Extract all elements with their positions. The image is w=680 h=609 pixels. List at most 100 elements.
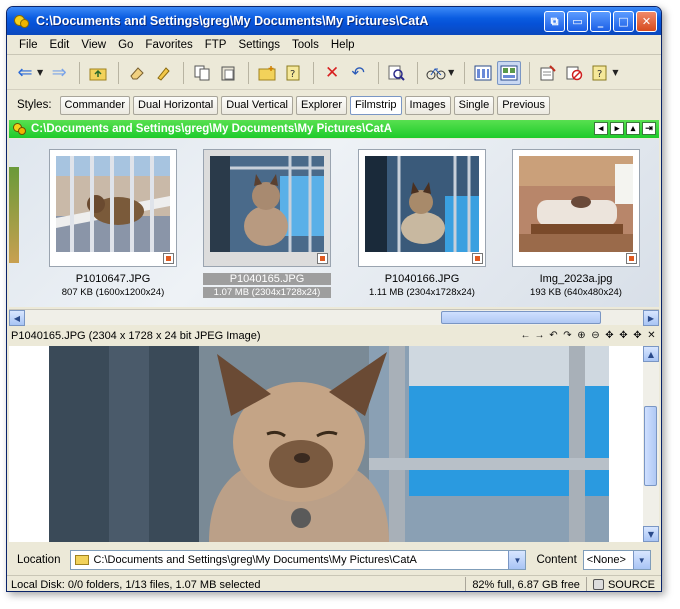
bicycle-icon[interactable] xyxy=(424,61,448,85)
folder-icon xyxy=(75,555,90,565)
scroll-right-icon[interactable]: ▶ xyxy=(643,310,659,326)
menu-tools[interactable]: Tools xyxy=(286,39,325,51)
menu-ftp[interactable]: FTP xyxy=(199,39,233,51)
scroll-left-icon[interactable]: ◀ xyxy=(9,310,25,326)
current-path: C:\Documents and Settings\greg\My Docume… xyxy=(31,123,393,135)
scrollbar-thumb[interactable] xyxy=(441,311,601,324)
zoom-out-icon[interactable]: ⊖ xyxy=(590,329,601,342)
no-access-icon[interactable] xyxy=(562,61,586,85)
source-label: SOURCE xyxy=(607,578,655,591)
help-icon[interactable]: ? xyxy=(588,61,612,85)
thumbnail-filename: P1040165.JPG xyxy=(203,273,331,285)
content-value: <None> xyxy=(586,554,626,566)
window-controls: ⧉ ▭ _ □ ✕ xyxy=(544,11,657,32)
thumbnail-item[interactable]: Img_2023a.jpg 193 KB (640x480x24) xyxy=(512,149,640,298)
style-dual-horizontal-button[interactable]: Dual Horizontal xyxy=(133,95,219,115)
image-type-icon xyxy=(472,253,483,264)
style-filmstrip-button[interactable]: Filmstrip xyxy=(349,95,402,115)
thumbnail-item[interactable]: P1040166.JPG 1.11 MB (2304x1728x24) xyxy=(358,149,486,298)
viewer-scrollbar[interactable]: ▲ ▼ xyxy=(643,346,659,542)
thumbnail-info: 193 KB (640x480x24) xyxy=(530,287,622,298)
menu-edit[interactable]: Edit xyxy=(44,39,76,51)
menu-settings[interactable]: Settings xyxy=(232,39,286,51)
details-view-icon[interactable] xyxy=(471,61,495,85)
actual-size-icon[interactable]: ✥ xyxy=(618,329,629,342)
path-up-icon[interactable]: ▴ xyxy=(626,122,640,135)
source-status: SOURCE xyxy=(585,576,661,591)
status-bar: Local Disk: 0/0 folders, 1/13 files, 1.0… xyxy=(7,575,661,591)
close-button[interactable]: ✕ xyxy=(636,11,657,32)
image-info-text: P1040165.JPG (2304 x 1728 x 24 bit JPEG … xyxy=(11,330,261,342)
menu-file[interactable]: File xyxy=(13,39,44,51)
forward-icon[interactable]: ⇒ xyxy=(47,61,71,85)
rotate-left-icon[interactable]: ↶ xyxy=(548,329,559,342)
back-icon[interactable]: ⇐ xyxy=(13,61,37,85)
pan-icon[interactable]: ✥ xyxy=(632,329,643,342)
style-dual-vertical-button[interactable]: Dual Vertical xyxy=(221,95,294,115)
menu-favorites[interactable]: Favorites xyxy=(139,39,198,51)
help-dropdown-icon[interactable]: ▼ xyxy=(612,68,618,77)
previous-image-icon[interactable]: ← xyxy=(520,329,531,342)
svg-text:?: ? xyxy=(597,69,602,80)
filmstrip-pane[interactable]: P1010647.JPG 807 KB (1600x1200x24) P1040… xyxy=(9,139,659,307)
viewer-toolbar: ← → ↶ ↷ ⊕ ⊖ ✥ ✥ ✥ ✕ xyxy=(520,329,657,342)
content-dropdown-icon[interactable]: ▼ xyxy=(632,551,650,569)
next-image-icon[interactable]: → xyxy=(534,329,545,342)
content-select[interactable]: <None> ▼ xyxy=(582,550,651,570)
find-icon[interactable] xyxy=(385,61,409,85)
image-viewer[interactable] xyxy=(9,346,643,542)
menu-go[interactable]: Go xyxy=(112,39,139,51)
style-single-button[interactable]: Single xyxy=(453,95,495,115)
rotate-right-icon[interactable]: ↷ xyxy=(562,329,573,342)
zoom-in-icon[interactable]: ⊕ xyxy=(576,329,587,342)
filmstrip-view-icon[interactable] xyxy=(497,60,522,85)
thumbnail-image xyxy=(365,156,479,252)
tile-window-button[interactable]: ⧉ xyxy=(544,11,565,32)
new-folder-icon[interactable] xyxy=(255,61,279,85)
location-input[interactable]: C:\Documents and Settings\greg\My Docume… xyxy=(70,550,527,570)
thumbnail-filename: P1010647.JPG xyxy=(75,273,151,285)
scroll-down-icon[interactable]: ▼ xyxy=(643,526,659,542)
maximize-button[interactable]: □ xyxy=(613,11,634,32)
restore-layout-button[interactable]: ▭ xyxy=(567,11,588,32)
edit-text-icon[interactable] xyxy=(536,61,560,85)
menu-help[interactable]: Help xyxy=(325,39,361,51)
back-dropdown-icon[interactable]: ▼ xyxy=(37,68,43,77)
location-dropdown-icon[interactable]: ▼ xyxy=(508,551,526,569)
path-end-icon[interactable]: ⇥ xyxy=(642,122,656,135)
style-images-button[interactable]: Images xyxy=(404,95,451,115)
path-nav-controls: ◂ ▸ ▴ ⇥ xyxy=(594,122,656,135)
main-toolbar: ⇐ ▼ ⇒ ? ✕ ↶ ▼ ? ▼ xyxy=(7,56,661,90)
styles-bar: Styles: Commander Dual Horizontal Dual V… xyxy=(7,91,661,119)
location-value: C:\Documents and Settings\greg\My Docume… xyxy=(93,554,417,566)
close-viewer-icon[interactable]: ✕ xyxy=(646,329,657,342)
path-bar: C:\Documents and Settings\greg\My Docume… xyxy=(9,120,659,138)
undo-icon[interactable]: ↶ xyxy=(346,61,370,85)
path-forward-icon[interactable]: ▸ xyxy=(610,122,624,135)
window-title: C:\Documents and Settings\greg\My Docume… xyxy=(36,14,429,28)
style-commander-button[interactable]: Commander xyxy=(59,95,131,115)
menu-view[interactable]: View xyxy=(75,39,112,51)
eraser-icon[interactable] xyxy=(125,61,149,85)
thumbnail-item-selected[interactable]: P1040165.JPG 1.07 MB (2304x1728x24) xyxy=(203,149,331,298)
style-explorer-button[interactable]: Explorer xyxy=(296,95,347,115)
path-back-icon[interactable]: ◂ xyxy=(594,122,608,135)
title-bar[interactable]: C:\Documents and Settings\greg\My Docume… xyxy=(7,7,661,35)
filmstrip-scrollbar[interactable]: ◀ ▶ xyxy=(9,309,659,326)
minimize-button[interactable]: _ xyxy=(590,11,611,32)
bicycle-dropdown-icon[interactable]: ▼ xyxy=(448,68,454,77)
delete-icon[interactable]: ✕ xyxy=(320,61,344,85)
copy-icon[interactable] xyxy=(190,61,214,85)
partial-thumbnail[interactable] xyxy=(9,167,19,263)
location-bar: Location C:\Documents and Settings\greg\… xyxy=(7,547,661,573)
properties-icon[interactable]: ? xyxy=(281,61,305,85)
scroll-up-icon[interactable]: ▲ xyxy=(643,346,659,362)
fit-icon[interactable]: ✥ xyxy=(604,329,615,342)
paste-icon[interactable] xyxy=(216,61,240,85)
scrollbar-thumb[interactable] xyxy=(644,406,657,486)
up-folder-icon[interactable] xyxy=(86,61,110,85)
thumbnail-item[interactable]: P1010647.JPG 807 KB (1600x1200x24) xyxy=(49,149,177,298)
brush-icon[interactable] xyxy=(151,61,175,85)
style-previous-button[interactable]: Previous xyxy=(497,95,550,115)
thumbnail-info: 1.11 MB (2304x1728x24) xyxy=(369,287,475,298)
